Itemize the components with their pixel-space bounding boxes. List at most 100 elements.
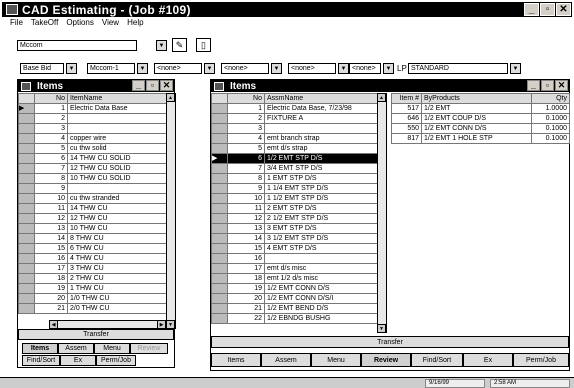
transfer-button-left[interactable]: Transfer xyxy=(18,329,174,340)
filter3-select[interactable]: <none> xyxy=(288,63,336,74)
table-row[interactable]: 13 10 THW CU xyxy=(18,223,167,234)
table-row[interactable]: 5 cu thw solid xyxy=(18,143,167,154)
sheet-select[interactable]: Mccom-1 xyxy=(87,63,135,74)
table-row[interactable]: 7 12 THW CU SOLID xyxy=(18,163,167,174)
button-assem[interactable]: Assem xyxy=(261,353,311,367)
menu-options[interactable]: Options xyxy=(66,18,94,27)
table-row[interactable]: 21 2/0 THW CU xyxy=(18,303,167,314)
table-row[interactable]: 16 4 THW CU xyxy=(18,253,167,264)
base-bid-select[interactable]: Base Bid xyxy=(20,63,64,74)
filter1-select[interactable]: <none> xyxy=(154,63,202,74)
tab-items[interactable]: Items xyxy=(22,343,58,354)
table-row[interactable]: 20 1/2 EMT CONN D/S/I xyxy=(211,293,378,304)
blank-page-icon[interactable]: ▯ xyxy=(196,38,211,52)
menu-help[interactable]: Help xyxy=(127,18,143,27)
sheet-arrow[interactable]: ▼ xyxy=(137,63,148,74)
tab-review[interactable]: Review xyxy=(130,343,168,354)
transfer-button-right[interactable]: Transfer xyxy=(211,336,569,348)
filter2-arrow[interactable]: ▼ xyxy=(271,63,282,74)
items-maximize-button[interactable]: ▫ xyxy=(146,80,159,91)
scroll-right-arrow[interactable]: ▶ xyxy=(157,320,166,329)
table-row[interactable]: 3 xyxy=(211,123,378,134)
table-row[interactable]: 517 1/2 EMT 1.0000 xyxy=(391,103,570,114)
table-row[interactable]: 20 1/0 THW CU xyxy=(18,293,167,304)
table-row[interactable]: 12 2 1/2 EMT STP D/S xyxy=(211,213,378,224)
table-row[interactable]: 15 6 THW CU xyxy=(18,243,167,254)
menu-takeoff[interactable]: TakeOff xyxy=(31,18,58,27)
table-row[interactable]: 19 1/2 EMT CONN D/S xyxy=(211,283,378,294)
assemblies-close-button[interactable]: ✕ xyxy=(555,80,568,91)
table-row[interactable]: 5 emt d/s strap xyxy=(211,143,378,154)
lp-arrow[interactable]: ▼ xyxy=(510,63,521,74)
table-row[interactable]: 11 2 EMT STP D/S xyxy=(211,203,378,214)
table-row[interactable]: 10 cu thw stranded xyxy=(18,193,167,204)
close-button[interactable]: ✕ xyxy=(556,3,571,16)
table-row[interactable]: 2 xyxy=(18,113,167,124)
table-row[interactable]: 7 3/4 EMT STP D/S xyxy=(211,163,378,174)
table-row[interactable]: 8 10 THW CU SOLID xyxy=(18,173,167,184)
assemblies-maximize-button[interactable]: ▫ xyxy=(541,80,554,91)
tab-perm-job[interactable]: Perm/Job xyxy=(96,355,136,366)
button-items[interactable]: Items xyxy=(211,353,261,367)
table-row[interactable]: 4 copper wire xyxy=(18,133,167,144)
scroll-up-arrow[interactable]: ▲ xyxy=(166,93,175,102)
table-row[interactable]: 15 4 EMT STP D/S xyxy=(211,243,378,254)
scroll-down-arrow[interactable]: ▼ xyxy=(377,324,386,333)
items-close-button[interactable]: ✕ xyxy=(160,80,173,91)
scroll-down-arrow[interactable]: ▼ xyxy=(166,320,175,329)
tab-ex[interactable]: Ex xyxy=(60,355,96,366)
company-select[interactable]: Mccom xyxy=(17,40,137,51)
table-row[interactable]: 1 Electric Data Base, 7/23/98 xyxy=(211,103,378,114)
table-row[interactable]: 646 1/2 EMT COUP D/S 0.1000 xyxy=(391,113,570,124)
table-row[interactable]: 17 3 THW CU xyxy=(18,263,167,274)
filter2-select[interactable]: <none> xyxy=(221,63,269,74)
menu-view[interactable]: View xyxy=(102,18,119,27)
table-row[interactable]: 16 xyxy=(211,253,378,264)
table-row[interactable]: ▶ 1 Electric Data Base xyxy=(18,103,167,114)
table-row[interactable]: 14 8 THW CU xyxy=(18,233,167,244)
filter4-select[interactable]: <none> xyxy=(349,63,381,74)
base-bid-arrow[interactable]: ▼ xyxy=(66,63,77,74)
table-row[interactable]: 3 xyxy=(18,123,167,134)
table-row[interactable]: 817 1/2 EMT 1 HOLE STP 0.1000 xyxy=(391,133,570,144)
table-row[interactable]: 2 FIXTURE A xyxy=(211,113,378,124)
table-row[interactable]: 13 3 EMT STP D/S xyxy=(211,223,378,234)
table-row[interactable]: 18 emt 1/2 d/s misc xyxy=(211,273,378,284)
table-row[interactable]: 81 EMT STP D/S xyxy=(211,173,378,184)
table-row[interactable]: 18 2 THW CU xyxy=(18,273,167,284)
filter3-arrow[interactable]: ▼ xyxy=(338,63,349,74)
lp-select[interactable]: STANDARD xyxy=(408,63,508,74)
table-row[interactable]: ▶ 6 1/2 EMT STP D/S xyxy=(211,153,378,164)
edit-icon[interactable]: ✎ xyxy=(172,38,187,52)
table-row[interactable]: 550 1/2 EMT CONN D/S 0.1000 xyxy=(391,123,570,134)
table-row[interactable]: 17 emt d/s misc xyxy=(211,263,378,274)
button-menu[interactable]: Menu xyxy=(311,353,361,367)
scroll-left-arrow[interactable]: ◀ xyxy=(49,320,58,329)
button-perm-job[interactable]: Perm/Job xyxy=(513,353,569,367)
assemblies-minimize-button[interactable]: _ xyxy=(527,80,540,91)
assemblies-vertical-scrollbar[interactable]: ▲ ▼ xyxy=(377,93,387,333)
button-find-sort[interactable]: Find/Sort xyxy=(411,353,463,367)
minimize-button[interactable]: _ xyxy=(524,3,539,16)
menu-file[interactable]: File xyxy=(10,18,23,27)
items-minimize-button[interactable]: _ xyxy=(132,80,145,91)
table-row[interactable]: 22 1/2 EBNDG BUSHG xyxy=(211,313,378,324)
table-row[interactable]: 6 14 THW CU SOLID xyxy=(18,153,167,164)
table-row[interactable]: 91 1/4 EMT STP D/S xyxy=(211,183,378,194)
table-row[interactable]: 12 12 THW CU xyxy=(18,213,167,224)
table-row[interactable]: 10 1 1/2 EMT STP D/S xyxy=(211,193,378,204)
tab-assem[interactable]: Assem xyxy=(58,343,94,354)
scroll-up-arrow[interactable]: ▲ xyxy=(377,93,386,102)
tab-menu[interactable]: Menu xyxy=(94,343,130,354)
button-ex[interactable]: Ex xyxy=(463,353,513,367)
items-vertical-scrollbar[interactable]: ▲ ▼ xyxy=(166,93,176,329)
tab-find-sort[interactable]: Find/Sort xyxy=(22,355,60,366)
table-row[interactable]: 14 3 1/2 EMT STP D/S xyxy=(211,233,378,244)
table-row[interactable]: 9 xyxy=(18,183,167,194)
button-review[interactable]: Review xyxy=(361,353,411,367)
items-horizontal-scrollbar[interactable]: ◀ ▶ xyxy=(49,320,166,329)
filter1-arrow[interactable]: ▼ xyxy=(204,63,215,74)
restore-button[interactable]: ▫ xyxy=(540,3,555,16)
table-row[interactable]: 4 emt branch strap xyxy=(211,133,378,144)
company-dropdown-arrow[interactable]: ▼ xyxy=(156,40,167,51)
